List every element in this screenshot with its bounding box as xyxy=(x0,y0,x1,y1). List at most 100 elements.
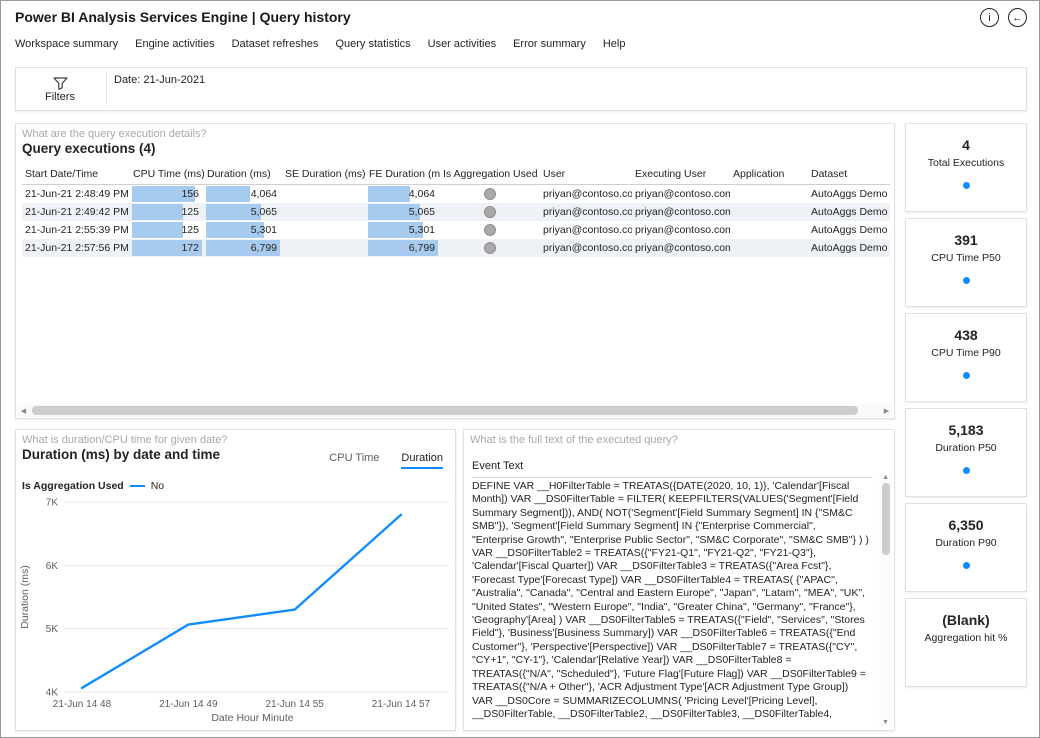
svg-text:7K: 7K xyxy=(46,498,59,509)
svg-text:21-Jun 14 57: 21-Jun 14 57 xyxy=(372,699,431,710)
cell-value: 4,064 xyxy=(251,188,277,200)
kpi-card-total-executions: 4 Total Executions xyxy=(905,123,1027,212)
column-header-cpu[interactable]: CPU Time (ms) xyxy=(130,164,204,184)
back-arrow-icon[interactable]: ← xyxy=(1008,8,1027,27)
cell-value: 5,301 xyxy=(409,224,435,236)
column-header-start[interactable]: Start Date/Time xyxy=(22,164,130,184)
nav-tab-error-summary[interactable]: Error summary xyxy=(513,38,586,50)
vertical-scrollbar[interactable]: ▲ ▼ xyxy=(879,474,892,726)
toggle-duration[interactable]: Duration xyxy=(401,452,443,469)
duration-chart-panel: What is duration/CPU time for given date… xyxy=(15,429,456,731)
cell-user: priyan@contoso.com xyxy=(540,221,632,239)
cell-application xyxy=(730,203,808,221)
nav-tab-workspace-summary[interactable]: Workspace summary xyxy=(15,38,118,50)
aggregation-indicator-icon xyxy=(484,224,496,236)
cell-value: 5,065 xyxy=(251,206,277,218)
column-header-executing_user[interactable]: Executing User xyxy=(632,164,730,184)
column-header-fe[interactable]: FE Duration (ms) xyxy=(366,164,440,184)
nav-tab-help[interactable]: Help xyxy=(603,38,626,50)
cell-user: priyan@contoso.com xyxy=(540,239,632,257)
data-bar xyxy=(206,186,250,202)
cell-start: 21-Jun-21 2:48:49 PM xyxy=(22,185,130,203)
scroll-right-icon[interactable]: ▶ xyxy=(880,407,893,415)
nav-tab-user-activities[interactable]: User activities xyxy=(428,38,496,50)
legend-series-label: No xyxy=(151,480,164,492)
scroll-down-icon[interactable]: ▼ xyxy=(879,719,892,726)
filters-button-label: Filters xyxy=(45,91,75,103)
page-title: Power BI Analysis Services Engine | Quer… xyxy=(15,9,351,25)
table-row[interactable]: 21-Jun-21 2:57:56 PM1726,7996,799priyan@… xyxy=(22,239,890,257)
cell-dataset: AutoAggs Demo xyxy=(808,221,890,239)
svg-text:21-Jun 14 49: 21-Jun 14 49 xyxy=(159,699,218,710)
kpi-value: 5,183 xyxy=(906,422,1026,438)
cell-executing_user: priyan@contoso.com xyxy=(632,203,730,221)
legend-title: Is Aggregation Used xyxy=(22,480,124,492)
cell-fe: 5,065 xyxy=(366,203,440,221)
cell-user: priyan@contoso.com xyxy=(540,185,632,203)
cell-value: 4,064 xyxy=(409,188,435,200)
svg-text:21-Jun 14 48: 21-Jun 14 48 xyxy=(53,699,112,710)
panel-title: Query executions (4) xyxy=(22,141,894,156)
kpi-label: Total Executions xyxy=(906,157,1026,169)
kpi-card-duration-p50: 5,183 Duration P50 xyxy=(905,408,1027,497)
column-header-se[interactable]: SE Duration (ms) xyxy=(282,164,366,184)
table-row[interactable]: 21-Jun-21 2:49:42 PM125 5,065 5,065 priyan@… xyxy=(22,203,890,221)
horizontal-scrollbar[interactable]: ◀ ▶ xyxy=(17,404,893,417)
data-bar xyxy=(132,204,183,220)
kpi-dot-icon xyxy=(963,467,970,474)
nav-tab-query-statistics[interactable]: Query statistics xyxy=(335,38,410,50)
kpi-card-aggregation-hit-: (Blank)Aggregation hit % xyxy=(905,598,1027,687)
cell-se xyxy=(282,185,366,203)
filter-bar: Filters Date: 21-Jun-2021 xyxy=(15,67,1027,111)
nav-tab-engine-activities[interactable]: Engine activities xyxy=(135,38,215,50)
kpi-label: Duration P90 xyxy=(906,537,1026,549)
svg-text:5K: 5K xyxy=(46,624,59,635)
table-row[interactable]: 21-Jun-21 2:48:49 PM1564,0644,064priyan@… xyxy=(22,185,890,203)
cell-start: 21-Jun-21 2:49:42 PM xyxy=(22,203,130,221)
duration-line-chart[interactable]: 4K5K6K7K21-Jun 14 4821-Jun 14 4921-Jun 1… xyxy=(18,494,455,726)
date-filter-value[interactable]: Date: 21-Jun-2021 xyxy=(114,74,205,86)
cell-application xyxy=(730,185,808,203)
cell-duration: 5,301 xyxy=(204,221,282,239)
cell-cpu: 125 xyxy=(130,203,204,221)
table-row[interactable]: 21-Jun-21 2:55:39 PM1255,3015,301priyan@… xyxy=(22,221,890,239)
cell-dataset: AutoAggs Demo xyxy=(808,185,890,203)
kpi-value: (Blank) xyxy=(906,612,1026,628)
column-header-application[interactable]: Application xyxy=(730,164,808,184)
column-header-is_aggregation_used[interactable]: Is Aggregation Used xyxy=(440,164,540,184)
metric-toggle-group: CPU Time Duration xyxy=(329,452,443,469)
scroll-up-icon[interactable]: ▲ xyxy=(879,474,892,481)
scrollbar-thumb[interactable] xyxy=(32,406,858,415)
cell-value: 172 xyxy=(181,242,199,254)
event-text-column-header[interactable]: Event Text xyxy=(472,460,872,478)
kpi-dot-icon xyxy=(963,277,970,284)
aggregation-indicator-icon xyxy=(484,188,496,200)
panel-question: What is duration/CPU time for given date… xyxy=(22,434,455,446)
cell-is_aggregation_used xyxy=(440,185,540,203)
filter-funnel-icon xyxy=(53,77,68,90)
nav-tab-dataset-refreshes[interactable]: Dataset refreshes xyxy=(232,38,319,50)
scrollbar-thumb[interactable] xyxy=(882,483,890,555)
column-header-user[interactable]: User xyxy=(540,164,632,184)
cell-application xyxy=(730,239,808,257)
cell-value: 5,065 xyxy=(409,206,435,218)
table-header-row: Start Date/TimeCPU Time (ms)Duration (ms… xyxy=(22,164,890,185)
cell-cpu: 172 xyxy=(130,239,204,257)
kpi-value: 391 xyxy=(906,232,1026,248)
cell-executing_user: priyan@contoso.com xyxy=(632,221,730,239)
kpi-value: 4 xyxy=(906,137,1026,153)
scroll-left-icon[interactable]: ◀ xyxy=(17,407,30,415)
info-icon[interactable]: i xyxy=(980,8,999,27)
cell-is_aggregation_used xyxy=(440,203,540,221)
cell-duration: 4,064 xyxy=(204,185,282,203)
column-header-duration[interactable]: Duration (ms) xyxy=(204,164,282,184)
kpi-label: Duration P50 xyxy=(906,442,1026,454)
filters-button[interactable]: Filters xyxy=(24,71,96,108)
column-header-dataset[interactable]: Dataset xyxy=(808,164,890,184)
aggregation-indicator-icon xyxy=(484,206,496,218)
event-text-panel: What is the full text of the executed qu… xyxy=(463,429,895,731)
svg-text:Date Hour Minute: Date Hour Minute xyxy=(211,712,293,724)
filter-divider xyxy=(106,73,107,105)
report-page: Power BI Analysis Services Engine | Quer… xyxy=(0,0,1040,738)
toggle-cpu-time[interactable]: CPU Time xyxy=(329,452,379,469)
